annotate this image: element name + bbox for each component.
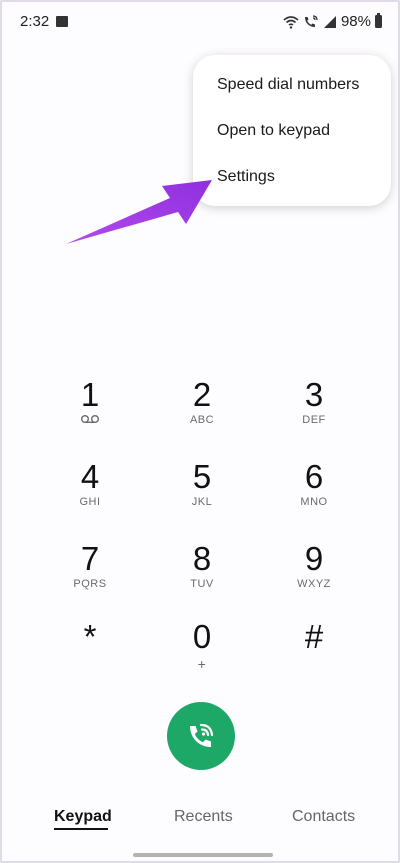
- key-0[interactable]: 0 +: [157, 619, 247, 689]
- key-2[interactable]: 2 ABC: [157, 377, 247, 447]
- wifi-icon: [283, 15, 299, 29]
- call-button[interactable]: [167, 702, 235, 770]
- key-9[interactable]: 9 WXYZ: [269, 541, 359, 611]
- key-digit: 1: [80, 376, 100, 413]
- key-7[interactable]: 7 PQRS: [45, 541, 135, 611]
- battery-percentage: 98%: [340, 13, 371, 30]
- menu-item-speed-dial-numbers[interactable]: Speed dial numbers: [217, 76, 359, 94]
- status-time: 2:32: [20, 13, 50, 30]
- key-star[interactable]: *: [45, 619, 135, 689]
- tab-contacts[interactable]: Contacts: [292, 808, 355, 826]
- status-bar: 2:32 98%: [2, 2, 398, 42]
- key-digit: 0: [192, 618, 212, 655]
- phone-screen: 2:32 98% Speed dial numbers Open to keyp: [0, 0, 400, 863]
- battery-icon: [375, 13, 382, 28]
- gallery-notification-icon: [56, 16, 68, 27]
- tab-keypad[interactable]: Keypad: [54, 808, 112, 826]
- key-letters: GHI: [79, 496, 101, 508]
- key-letters: ABC: [189, 414, 215, 426]
- key-letters: MNO: [300, 496, 328, 508]
- key-digit: 9: [304, 540, 324, 577]
- active-tab-indicator: [54, 828, 108, 830]
- key-digit: 8: [192, 540, 212, 577]
- key-letters: WXYZ: [297, 578, 331, 590]
- key-digit: #: [304, 618, 324, 655]
- key-4[interactable]: 4 GHI: [45, 459, 135, 529]
- key-5[interactable]: 5 JKL: [157, 459, 247, 529]
- menu-item-settings[interactable]: Settings: [217, 168, 275, 186]
- wifi-calling-icon: [304, 14, 318, 27]
- overflow-menu: Speed dial numbers Open to keypad Settin…: [193, 55, 391, 206]
- key-3[interactable]: 3 DEF: [269, 377, 359, 447]
- home-indicator[interactable]: [133, 853, 273, 857]
- key-digit: 7: [80, 540, 100, 577]
- key-letters: +: [197, 656, 207, 672]
- key-6[interactable]: 6 MNO: [269, 459, 359, 529]
- voicemail-icon: [81, 415, 99, 424]
- key-digit: 3: [304, 376, 324, 413]
- key-1[interactable]: 1: [45, 377, 135, 447]
- wifi-call-icon: [190, 723, 214, 747]
- status-icons: 98%: [283, 13, 382, 30]
- key-letters: DEF: [302, 414, 326, 426]
- key-digit: *: [83, 618, 97, 655]
- annotation-arrow: [66, 180, 212, 244]
- key-digit: 6: [304, 458, 324, 495]
- key-digit: 2: [192, 376, 212, 413]
- key-digit: 5: [192, 458, 212, 495]
- key-letters: TUV: [190, 578, 214, 590]
- menu-item-open-to-keypad[interactable]: Open to keypad: [217, 122, 330, 140]
- key-letters: JKL: [191, 496, 213, 508]
- tab-recents[interactable]: Recents: [174, 808, 233, 826]
- key-digit: 4: [80, 458, 100, 495]
- key-8[interactable]: 8 TUV: [157, 541, 247, 611]
- signal-icon: [323, 15, 336, 28]
- key-letters: PQRS: [73, 578, 107, 590]
- key-hash[interactable]: #: [269, 619, 359, 689]
